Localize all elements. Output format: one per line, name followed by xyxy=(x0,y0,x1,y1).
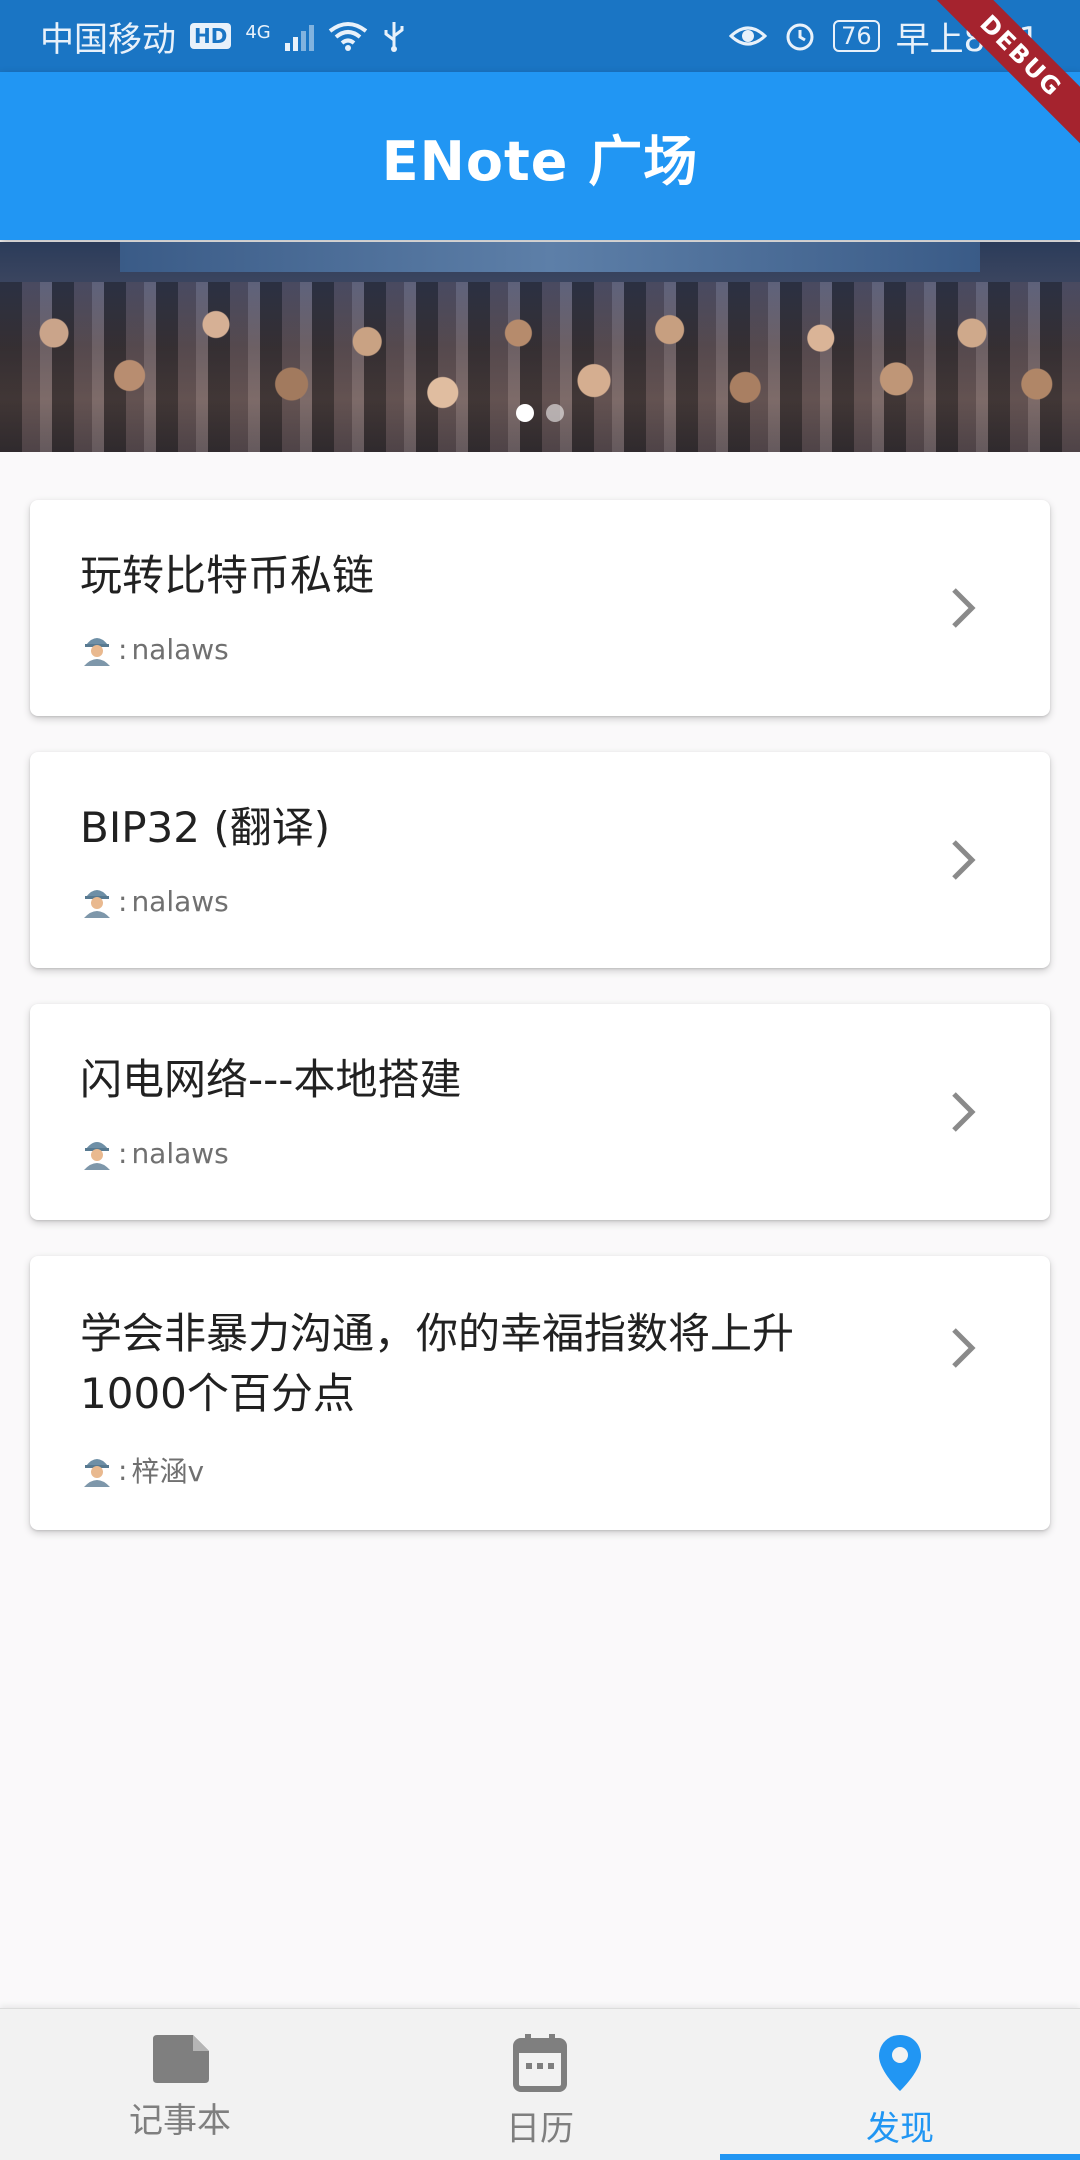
article-title: 闪电网络---本地搭建 xyxy=(80,1055,462,1104)
nav-label: 记事本 xyxy=(129,2101,231,2141)
article-title: BIP32 (翻译) xyxy=(80,803,331,852)
author-prefix: : xyxy=(118,1453,128,1487)
chevron-right-icon xyxy=(952,840,976,880)
author-avatar-icon xyxy=(84,890,110,918)
banner-photo xyxy=(0,282,1080,452)
active-tab-indicator xyxy=(720,2154,1080,2160)
signal-icon xyxy=(284,21,314,51)
author-prefix: : xyxy=(118,632,128,666)
nav-label: 发现 xyxy=(866,2109,934,2149)
nav-item-notebook[interactable]: 记事本 xyxy=(0,2009,360,2160)
author-name: 梓涵v xyxy=(131,1455,205,1488)
author-prefix: : xyxy=(118,1136,128,1170)
app-bar: ENote 广场 xyxy=(0,72,1080,240)
wifi-icon xyxy=(328,22,367,51)
article-author: : nalaws xyxy=(80,884,229,918)
article-author: : 梓涵v xyxy=(80,1450,204,1490)
carrier-name: 中国移动 xyxy=(40,19,176,60)
calendar-icon xyxy=(513,2034,567,2092)
author-avatar-icon xyxy=(84,1142,110,1170)
page-title: ENote 广场 xyxy=(381,129,699,193)
chevron-right-icon xyxy=(952,1328,976,1368)
notebook-icon xyxy=(153,2035,209,2083)
nav-item-discover[interactable]: 发现 xyxy=(720,2009,1080,2160)
article-card[interactable]: 玩转比特币私链 : nalaws xyxy=(30,500,1050,716)
screen: 中国移动 HD 4G 76 早上8:41 DEBUG ENote 广场 玩转比特… xyxy=(0,0,1080,2160)
author-prefix: : xyxy=(118,884,128,918)
author-name: nalaws xyxy=(131,884,229,918)
article-card[interactable]: 学会非暴力沟通，你的幸福指数将上升1000个百分点 : 梓涵v xyxy=(30,1256,1050,1530)
hd-badge: HD xyxy=(190,23,232,49)
alarm-icon xyxy=(786,23,814,51)
status-bar: 中国移动 HD 4G 76 早上8:41 xyxy=(0,0,1080,72)
status-left: 中国移动 HD 4G xyxy=(40,12,729,61)
carousel-indicator xyxy=(0,404,1080,422)
article-card[interactable]: 闪电网络---本地搭建 : nalaws xyxy=(30,1004,1050,1220)
battery-indicator: 76 xyxy=(833,20,880,52)
article-card[interactable]: BIP32 (翻译) : nalaws xyxy=(30,752,1050,968)
chevron-right-icon xyxy=(952,1092,976,1132)
author-avatar-icon xyxy=(84,1459,110,1487)
nav-label: 日历 xyxy=(506,2109,574,2149)
carousel-dot-2[interactable] xyxy=(546,404,564,422)
usb-icon xyxy=(384,22,404,52)
author-name: nalaws xyxy=(131,632,229,666)
carousel-dot-1[interactable] xyxy=(516,404,534,422)
author-name: nalaws xyxy=(131,1136,229,1170)
banner-background xyxy=(120,242,980,272)
article-title: 学会非暴力沟通，你的幸福指数将上升1000个百分点 xyxy=(80,1309,795,1418)
chevron-right-icon xyxy=(952,588,976,628)
eye-comfort-icon xyxy=(729,26,768,46)
author-avatar-icon xyxy=(84,638,110,666)
article-author: : nalaws xyxy=(80,632,229,666)
bottom-navigation: 记事本 日历 发现 xyxy=(0,2008,1080,2160)
network-type: 4G xyxy=(245,21,271,43)
location-pin-icon xyxy=(879,2035,921,2091)
article-title: 玩转比特币私链 xyxy=(80,551,375,600)
nav-item-calendar[interactable]: 日历 xyxy=(360,2009,720,2160)
article-author: : nalaws xyxy=(80,1136,229,1170)
